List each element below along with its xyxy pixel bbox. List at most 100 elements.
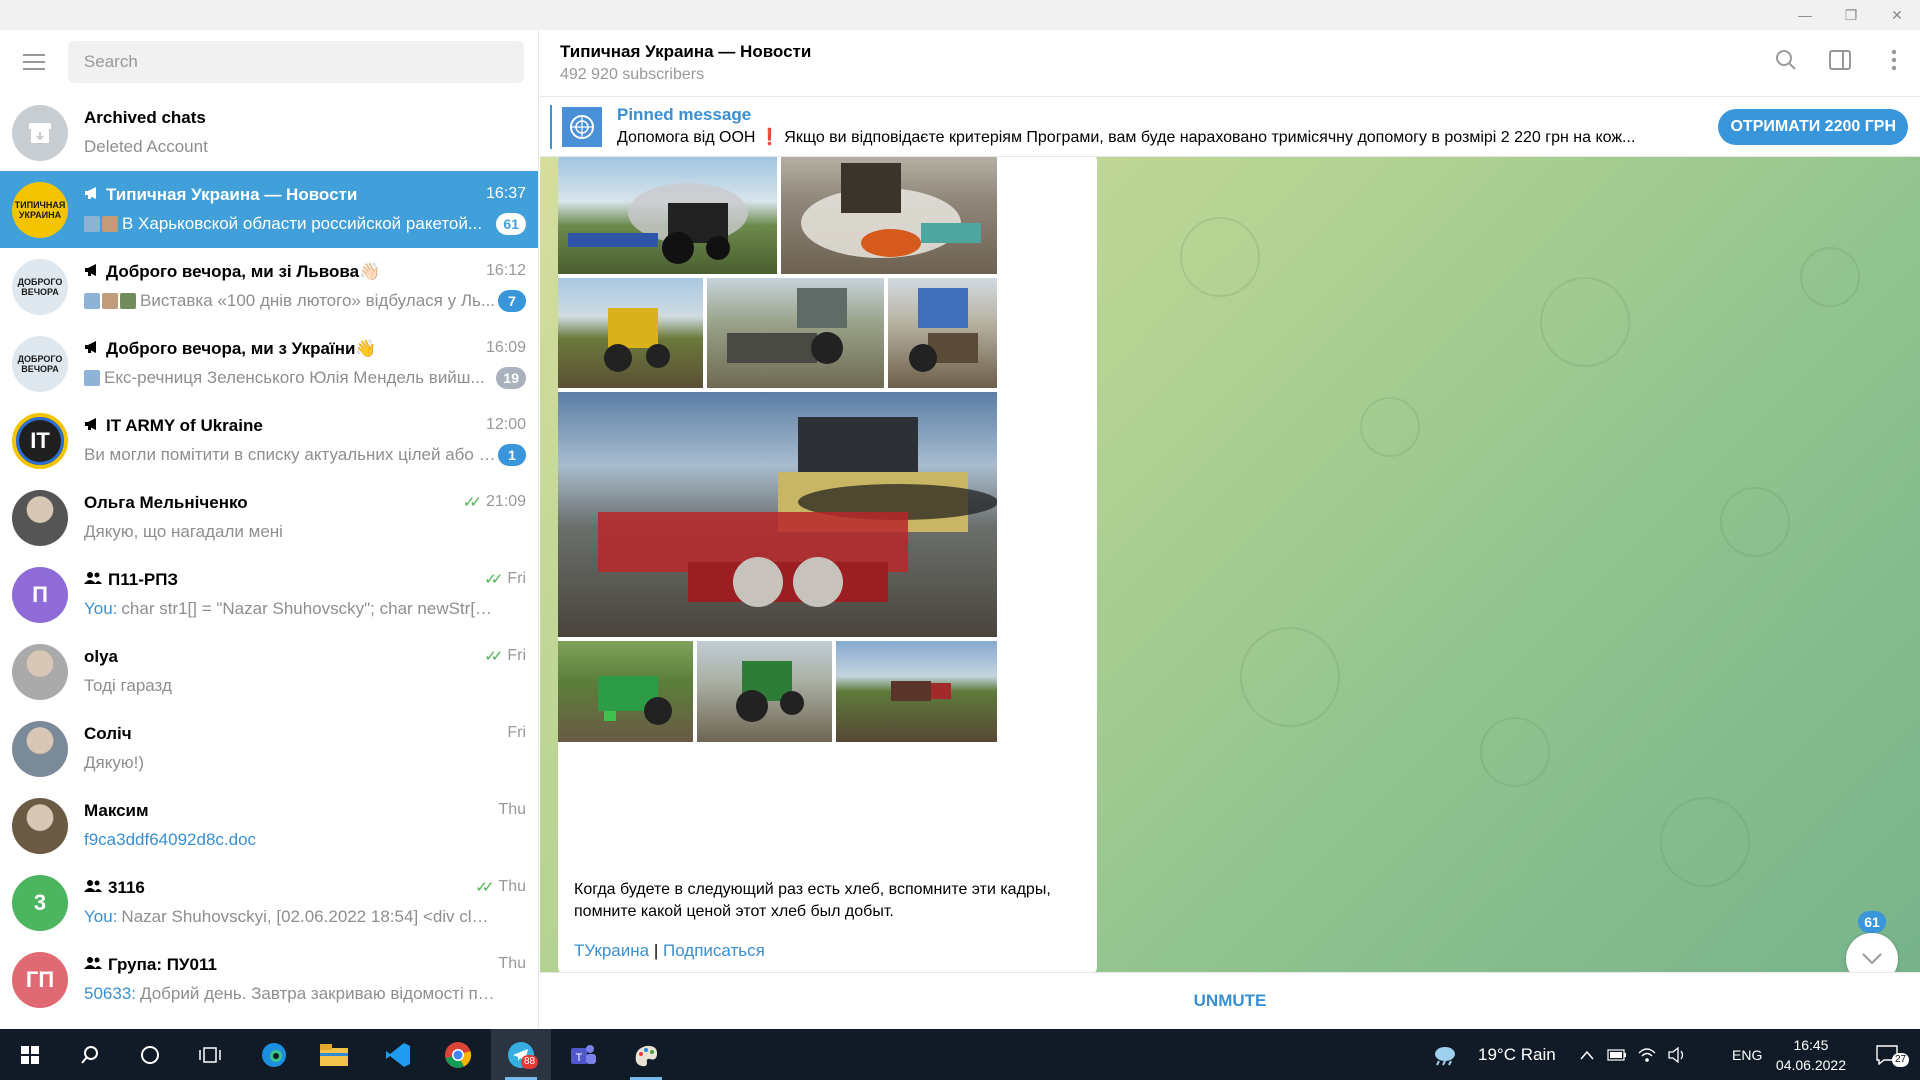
vscode-icon[interactable] xyxy=(368,1029,428,1080)
task-view-icon[interactable] xyxy=(180,1029,240,1080)
chat-title: IT ARMY of Ukraine xyxy=(84,416,263,436)
telegram-taskbar-icon[interactable]: 88 xyxy=(491,1029,551,1080)
post-photo[interactable] xyxy=(836,641,997,742)
volume-icon[interactable] xyxy=(1662,1029,1692,1080)
search-taskbar-icon[interactable] xyxy=(60,1029,120,1080)
chat-time: 16:09 xyxy=(486,339,526,357)
weather-text[interactable]: 19°C Rain xyxy=(1478,1029,1556,1080)
megaphone-icon xyxy=(84,186,100,203)
restore-button[interactable]: ❐ xyxy=(1828,0,1874,30)
sidebar-toggle-icon[interactable] xyxy=(1828,48,1852,72)
post-photo-large[interactable] xyxy=(558,392,997,637)
background-doodle xyxy=(1660,797,1750,887)
chat-time: ✓✓ Fri xyxy=(484,647,526,665)
teams-icon[interactable]: T xyxy=(553,1029,613,1080)
channel-link[interactable]: ТУкраина xyxy=(574,941,649,960)
scroll-down-button[interactable] xyxy=(1846,933,1898,972)
chat-item[interactable]: Максим Thu f9ca3ddf64092d8c.doc xyxy=(0,787,538,864)
chat-title-text: Доброго вечора, ми з України👋 xyxy=(106,338,377,358)
clock-date: 04.06.2022 xyxy=(1775,1057,1846,1073)
media-thumbnails xyxy=(84,292,136,309)
message-text: Nazar Shuhovsckyi, [02.06.2022 18:54] <d… xyxy=(121,906,496,926)
chat-preview: Тоді гаразд xyxy=(84,676,172,696)
post-photo[interactable] xyxy=(558,157,777,274)
chat-item[interactable]: Соліч Fri Дякую!) xyxy=(0,710,538,787)
chat-time-text: Fri xyxy=(507,569,526,587)
subscribe-link[interactable]: Подписаться xyxy=(663,941,765,960)
chat-title: Соліч xyxy=(84,724,132,744)
file-link[interactable]: f9ca3ddf64092d8c.doc xyxy=(84,830,256,850)
chat-time: 16:12 xyxy=(486,262,526,280)
channel-title: Типичная Украина — Новости xyxy=(560,42,812,61)
chrome-icon[interactable] xyxy=(428,1029,488,1080)
avatar xyxy=(12,643,68,700)
background-doodle xyxy=(1720,487,1790,557)
post-photo[interactable] xyxy=(781,157,997,274)
notifications-icon[interactable]: 27 xyxy=(1862,1029,1912,1080)
post-photo[interactable] xyxy=(707,278,884,388)
chat-time: ✓✓ Thu xyxy=(475,878,526,896)
chat-item[interactable]: ДОБРОГО ВЕЧОРА Доброго вечора, ми зі Льво… xyxy=(0,248,538,325)
search-input[interactable]: Search xyxy=(67,41,524,83)
chat-title-text: Archived chats xyxy=(84,107,206,127)
chat-item[interactable]: ДОБРОГО ВЕЧОРА Доброго вечора, ми з Украї… xyxy=(0,325,538,402)
pinned-action-button[interactable]: ОТРИМАТИ 2200 ГРН xyxy=(1718,109,1908,145)
chat-item[interactable]: olya ✓✓ Fri Тоді гаразд xyxy=(0,633,538,710)
menu-icon[interactable] xyxy=(14,42,54,82)
post-photo[interactable] xyxy=(558,278,703,388)
windows-start-icon[interactable] xyxy=(0,1029,60,1080)
post-photo[interactable] xyxy=(888,278,997,388)
edge-browser-icon[interactable] xyxy=(244,1029,304,1080)
subscriber-count: 492 920 subscribers xyxy=(560,66,705,83)
chat-item[interactable]: П П11-РПЗ ✓✓ Fri You: char str1[] = "Nazar S… xyxy=(0,556,538,633)
double-check-icon: ✓✓ xyxy=(462,493,482,511)
input-language[interactable]: ENG xyxy=(1732,1029,1762,1080)
chat-title: 3116 xyxy=(84,878,145,898)
background-doodle xyxy=(1360,397,1420,457)
unread-badge: 1 xyxy=(498,443,526,466)
close-button[interactable]: ✕ xyxy=(1874,0,1920,30)
window-titlebar: — ❐ ✕ xyxy=(0,0,1920,30)
unmute-button[interactable]: UNMUTE xyxy=(540,972,1920,1029)
weather-icon[interactable] xyxy=(1424,1029,1464,1080)
avatar: 3 xyxy=(12,874,68,931)
chat-time-text: 12:00 xyxy=(485,415,526,433)
chat-preview: You: char str1[] = "Nazar Shuhovscky"; c… xyxy=(84,599,496,619)
wifi-icon[interactable] xyxy=(1632,1029,1662,1080)
avatar xyxy=(12,489,68,546)
paint-icon[interactable] xyxy=(616,1029,676,1080)
message-area[interactable]: Когда будете в следующий раз есть хлеб, … xyxy=(540,157,1920,972)
message-text: Екс-речниця Зеленського Юлія Мендель вий… xyxy=(104,367,485,387)
pinned-message-bar[interactable]: Pinned message Допомога від ООН ❗️ Якщо … xyxy=(540,97,1920,157)
avatar: П xyxy=(12,566,68,623)
chat-item[interactable]: IT IT ARMY of Ukraine 12:00 Ви могли поміти… xyxy=(0,402,538,479)
more-options-icon[interactable] xyxy=(1882,48,1906,72)
avatar: ДОБРОГО ВЕЧОРА xyxy=(12,258,68,315)
chat-preview: Дякую, що нагадали мені xyxy=(84,522,283,542)
chat-time: Fri xyxy=(507,724,526,742)
cortana-icon[interactable] xyxy=(120,1029,180,1080)
chat-item[interactable]: ТИПИЧНАЯ УКРАИНА Типичная Украина — Новос… xyxy=(0,171,538,248)
file-explorer-icon[interactable] xyxy=(304,1029,364,1080)
post-photo[interactable] xyxy=(697,641,832,742)
double-check-icon: ✓✓ xyxy=(484,647,503,665)
chat-list-header: Search xyxy=(0,30,538,94)
battery-icon[interactable] xyxy=(1602,1029,1632,1080)
chat-time-text: 16:12 xyxy=(485,261,526,279)
chat-title: Група: ПУ011 xyxy=(84,955,217,975)
svg-text:T: T xyxy=(576,1052,583,1064)
clock[interactable]: 16:45 04.06.2022 xyxy=(1776,1035,1846,1075)
chat-title-text: Соліч xyxy=(84,723,132,743)
chevron-up-icon[interactable] xyxy=(1572,1029,1602,1080)
chat-item[interactable]: Archived chats Deleted Account xyxy=(0,94,538,171)
chat-time: ✓✓ Fri xyxy=(484,570,526,588)
post-links: ТУкраина | Подписаться xyxy=(574,941,765,961)
chat-item[interactable]: Ольга Мельніченко ✓✓ 21:09 Дякую, що нагада… xyxy=(0,479,538,556)
chat-item[interactable]: 3 3116 ✓✓ Thu You: Nazar Shuhovsckyi, [02.06… xyxy=(0,864,538,941)
post-photo[interactable] xyxy=(558,641,693,742)
channel-post[interactable]: Когда будете в следующий раз есть хлеб, … xyxy=(558,157,1097,972)
conversation-header[interactable]: Типичная Украина — Новости 492 920 subsc… xyxy=(540,30,1920,97)
minimize-button[interactable]: — xyxy=(1782,0,1828,30)
search-icon[interactable] xyxy=(1774,48,1798,72)
chat-item[interactable]: ГП Група: ПУ011 Thu 50633: Добрий день. Зав… xyxy=(0,941,538,1018)
